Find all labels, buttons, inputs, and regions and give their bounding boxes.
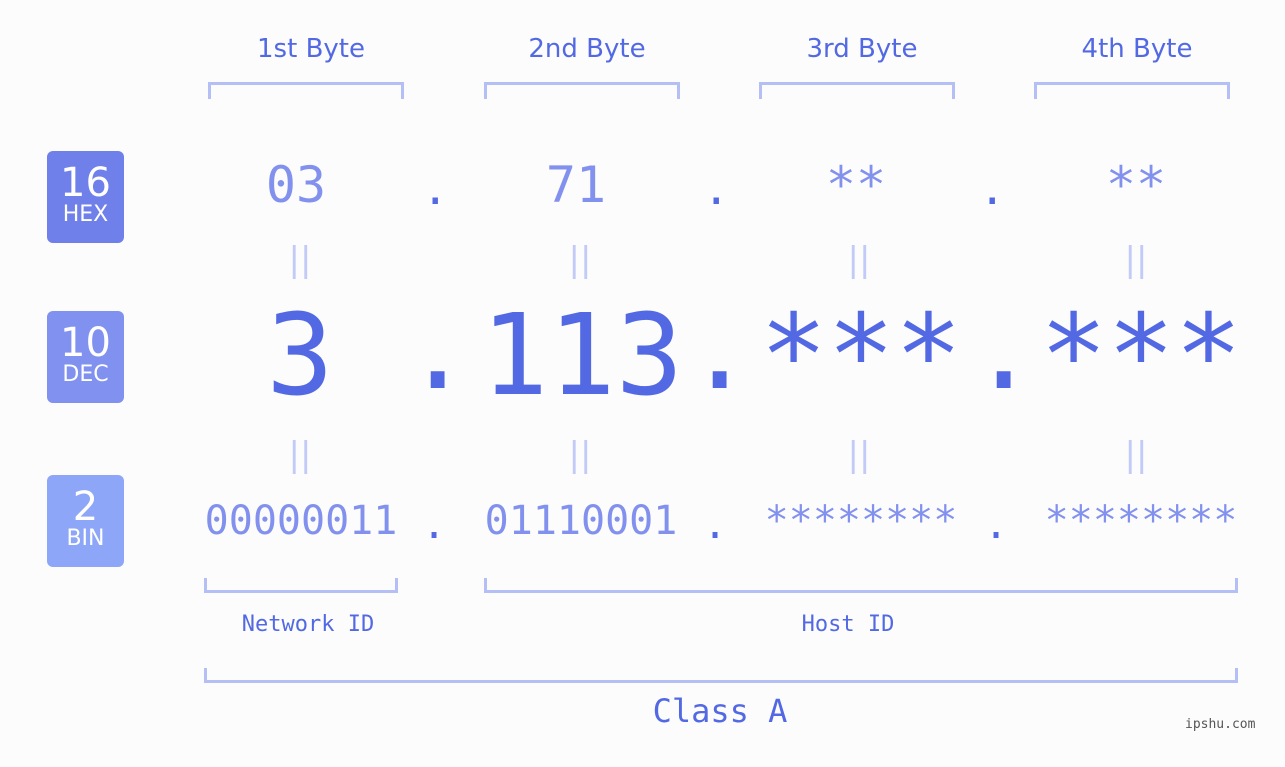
- equals-sign: ||: [847, 435, 871, 475]
- bin-base-number: 2: [72, 484, 99, 530]
- hex-byte-3: **: [825, 156, 887, 214]
- dec-badge: 10 DEC: [47, 311, 124, 403]
- network-id-label: Network ID: [241, 612, 375, 637]
- equals-sign: ||: [1124, 240, 1148, 280]
- bin-byte-3: ********: [764, 498, 958, 544]
- equals-sign: ||: [288, 240, 312, 280]
- byte-header-1: 1st Byte: [257, 34, 365, 64]
- bin-base-label: BIN: [66, 526, 105, 551]
- bin-dot-2: .: [703, 502, 728, 548]
- bin-byte-2: 01110001: [484, 498, 678, 544]
- equals-sign: ||: [1124, 435, 1148, 475]
- dec-byte-3: ***: [759, 291, 963, 421]
- equals-sign: ||: [847, 240, 871, 280]
- byte-header-3: 3rd Byte: [806, 34, 918, 64]
- bin-dot-3: .: [984, 502, 1009, 548]
- bin-badge: 2 BIN: [47, 475, 124, 567]
- equals-sign: ||: [568, 240, 592, 280]
- dec-byte-4: ***: [1039, 291, 1243, 421]
- hex-byte-4: **: [1105, 156, 1167, 214]
- bin-byte-1: 00000011: [204, 498, 398, 544]
- watermark: ipshu.com: [1185, 717, 1256, 732]
- host-id-bracket: [484, 578, 1238, 593]
- hex-base-label: HEX: [62, 202, 109, 227]
- byte-header-2: 2nd Byte: [528, 34, 646, 64]
- byte-header-4: 4th Byte: [1081, 34, 1193, 64]
- hex-dot-3: .: [979, 164, 1006, 215]
- hex-byte-1: 03: [265, 156, 327, 214]
- dec-byte-1: 3: [266, 291, 334, 421]
- dec-base-number: 10: [60, 320, 111, 366]
- equals-sign: ||: [288, 435, 312, 475]
- byte-bracket-4: [1034, 82, 1230, 99]
- dec-dot-1: .: [404, 285, 472, 415]
- hex-dot-2: .: [703, 164, 730, 215]
- dec-base-label: DEC: [62, 362, 109, 387]
- dec-dot-3: .: [970, 285, 1038, 415]
- hex-base-number: 16: [60, 160, 111, 206]
- hex-badge: 16 HEX: [47, 151, 124, 243]
- bin-byte-4: ********: [1044, 498, 1238, 544]
- byte-bracket-3: [759, 82, 955, 99]
- hex-byte-2: 71: [545, 156, 607, 214]
- hex-dot-1: .: [422, 164, 449, 215]
- byte-bracket-2: [484, 82, 680, 99]
- bin-dot-1: .: [422, 502, 447, 548]
- dec-byte-2: 113: [480, 291, 684, 421]
- class-label: Class A: [652, 692, 788, 730]
- class-bracket: [204, 668, 1238, 683]
- equals-sign: ||: [568, 435, 592, 475]
- dec-dot-2: .: [686, 285, 754, 415]
- host-id-label: Host ID: [801, 612, 895, 637]
- byte-bracket-1: [208, 82, 404, 99]
- network-id-bracket: [204, 578, 398, 593]
